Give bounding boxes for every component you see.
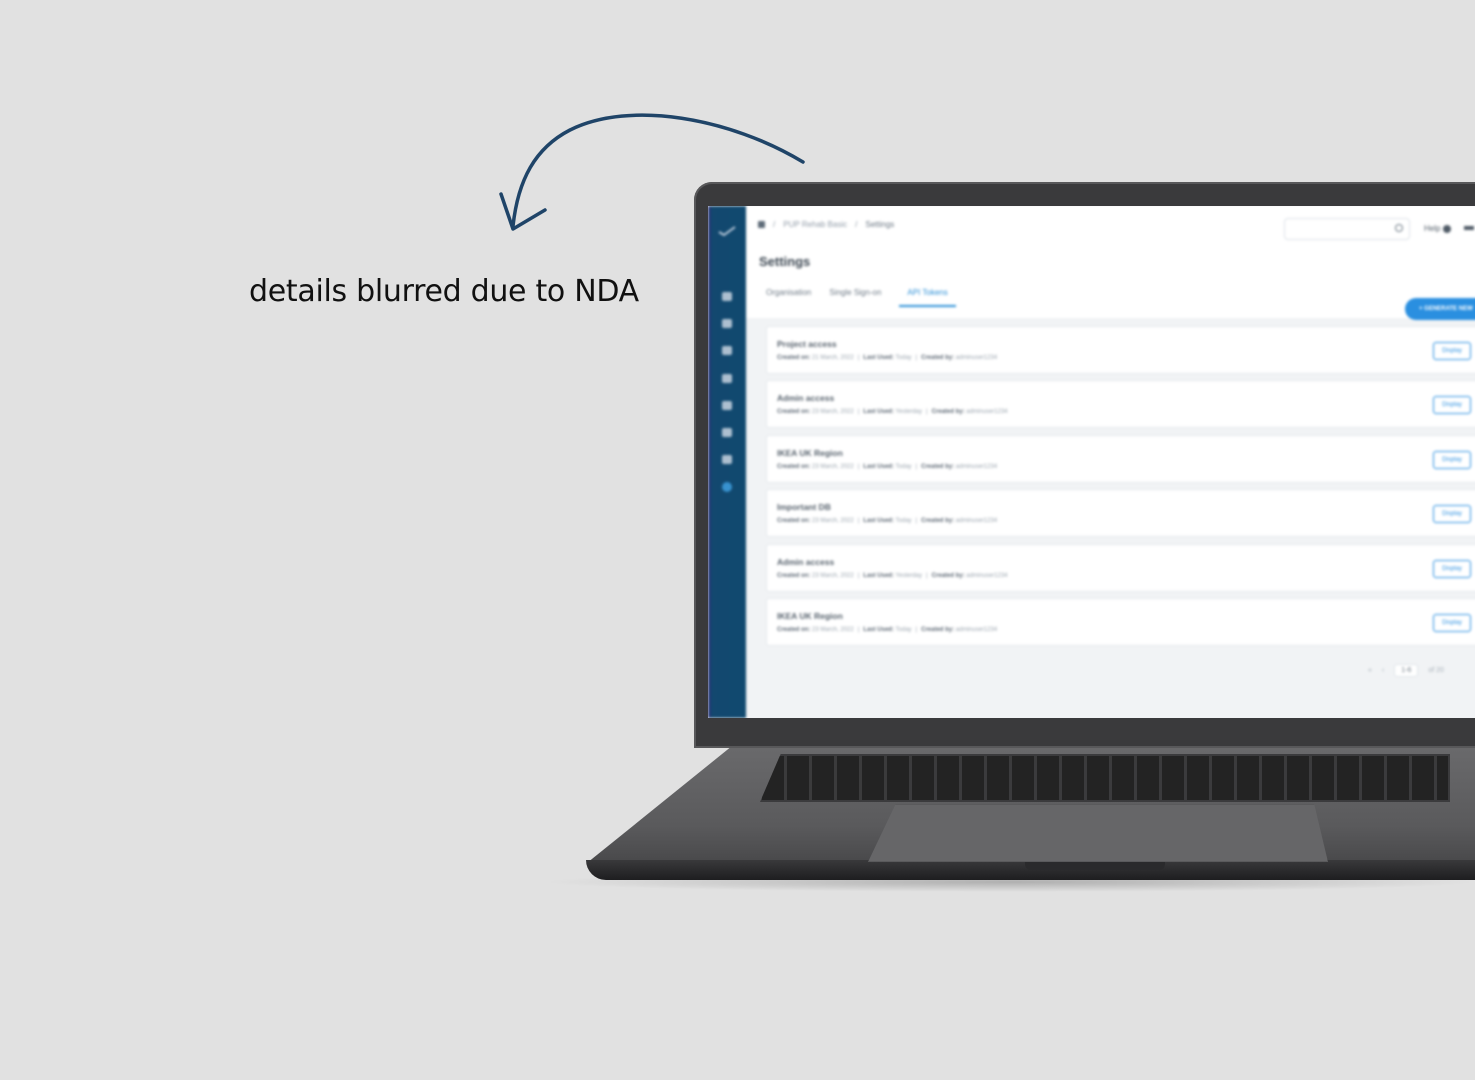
prev-page-icon[interactable]: ‹: [1382, 667, 1384, 674]
laptop-keyboard: [760, 754, 1450, 802]
logo-icon: [718, 226, 736, 236]
display-button[interactable]: Display: [1433, 505, 1471, 523]
search-input[interactable]: [1284, 218, 1410, 240]
help-icon: [1443, 224, 1452, 233]
pagination: « ‹ 1-6 of 20: [1368, 664, 1444, 677]
token-row: IKEA UK Region Created on: 23 March, 202…: [766, 435, 1475, 483]
display-button[interactable]: Display: [1433, 451, 1471, 469]
token-row: IKEA UK Region Created on: 23 March, 202…: [766, 598, 1475, 646]
breadcrumb: / PUP Rehab Basic / Settings: [758, 220, 894, 229]
sidebar-link-icon[interactable]: [722, 428, 732, 437]
generate-token-button[interactable]: + GENERATE NEW: [1405, 298, 1475, 320]
breadcrumb-current: Settings: [865, 220, 895, 229]
token-name: Admin access: [777, 393, 835, 403]
token-row: Project access Created on: 21 March, 202…: [766, 326, 1475, 374]
sidebar-settings-icon[interactable]: [722, 482, 732, 492]
page-range-select[interactable]: 1-6: [1394, 664, 1419, 677]
sidebar-files-icon[interactable]: [722, 455, 732, 464]
token-name: IKEA UK Region: [777, 448, 843, 458]
display-button[interactable]: Display: [1433, 342, 1471, 360]
token-meta: Created on: 23 March, 2022 | Last Used: To…: [777, 464, 998, 470]
tab-api-tokens[interactable]: API Tokens: [899, 288, 956, 307]
display-button[interactable]: Display: [1433, 396, 1471, 414]
token-name: Project access: [777, 339, 837, 349]
sidebar-document-icon[interactable]: [722, 374, 732, 383]
display-button[interactable]: Display: [1433, 614, 1471, 632]
token-name: IKEA UK Region: [777, 611, 843, 621]
page-total: of 20: [1428, 667, 1444, 674]
token-meta: Created on: 23 March, 2022 | Last Used: Ye…: [777, 409, 1008, 415]
token-meta: Created on: 23 March, 2022 | Last Used: To…: [777, 518, 998, 524]
token-meta: Created on: 23 March, 2022 | Last Used: Ye…: [777, 573, 1008, 579]
home-icon[interactable]: [758, 221, 765, 228]
token-name: Admin access: [777, 557, 835, 567]
laptop-screen: / PUP Rehab Basic / Settings Help Settin…: [708, 206, 1475, 718]
token-meta: Created on: 23 March, 2022 | Last Used: To…: [777, 627, 998, 633]
laptop-trackpad: [868, 804, 1328, 862]
main-area: / PUP Rehab Basic / Settings Help Settin…: [746, 206, 1475, 718]
sidebar-calendar-icon[interactable]: [722, 319, 732, 328]
token-row: Important DB Created on: 23 March, 2022 |…: [766, 489, 1475, 537]
sidebar-dashboard-icon[interactable]: [722, 292, 732, 301]
sidebar-user-icon[interactable]: [722, 401, 732, 410]
tab-bar: Organisation Single Sign-on API Tokens: [766, 288, 956, 307]
display-button[interactable]: Display: [1433, 560, 1471, 578]
page-title: Settings: [759, 254, 811, 269]
token-meta: Created on: 21 March, 2022 | Last Used: To…: [777, 355, 998, 361]
top-bar: / PUP Rehab Basic / Settings Help Settin…: [746, 206, 1475, 318]
tab-single-sign-on[interactable]: Single Sign-on: [829, 288, 881, 307]
sidebar-lock-icon[interactable]: [722, 346, 732, 355]
help-button[interactable]: Help: [1424, 224, 1452, 233]
nda-caption: details blurred due to NDA: [249, 274, 639, 309]
help-label: Help: [1424, 224, 1441, 233]
token-row: Admin access Created on: 23 March, 2022 |…: [766, 380, 1475, 428]
search-icon: [1395, 224, 1403, 232]
logout-icon[interactable]: [1464, 226, 1474, 230]
breadcrumb-item[interactable]: PUP Rehab Basic: [783, 220, 847, 229]
first-page-icon[interactable]: «: [1368, 667, 1372, 674]
blurred-app: / PUP Rehab Basic / Settings Help Settin…: [708, 206, 1475, 718]
token-row: Admin access Created on: 23 March, 2022 |…: [766, 544, 1475, 592]
tab-organisation[interactable]: Organisation: [766, 288, 811, 307]
token-name: Important DB: [777, 502, 831, 512]
sidebar: [708, 206, 746, 718]
